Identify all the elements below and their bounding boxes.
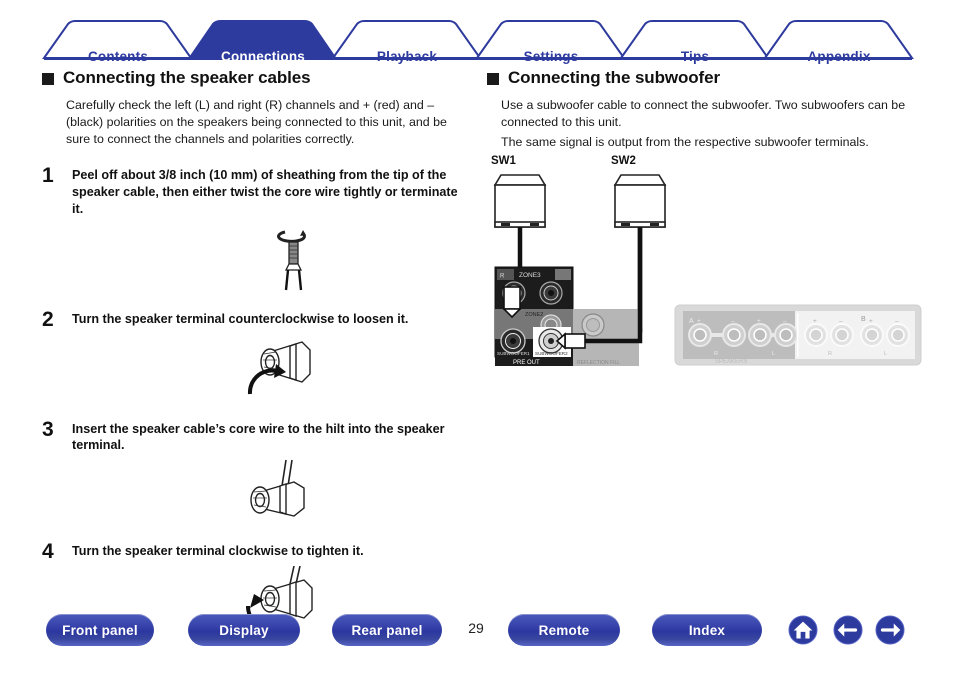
left-intro-paragraph: Carefully check the left (L) and right (… [66,98,447,147]
tab-bar: Contents Connections Playback Settings T… [0,18,954,64]
svg-text:R: R [714,351,718,357]
svg-text:+: + [813,318,817,325]
figure-terminal-insert-wire [250,459,305,517]
remote-button[interactable]: Remote [508,614,620,646]
tab-playback[interactable]: Playback [333,49,481,64]
left-column: Connecting the speaker cables Carefully … [42,68,472,632]
step-1: 1 Peel off about 3/8 inch (10 mm) of she… [42,164,472,217]
step-2: 2 Turn the speaker terminal counterclock… [42,308,472,330]
speakers-zone-a-label: A [689,318,694,325]
display-button[interactable]: Display [188,614,300,646]
right-intro-paragraph-2: The same signal is output from the respe… [501,135,869,150]
svg-text:R: R [500,274,505,280]
front-panel-button[interactable]: Front panel [46,614,154,646]
speakers-zone-b-label: B [861,316,866,323]
tab-tips[interactable]: Tips [621,49,769,64]
sw1-plug [502,286,522,319]
tab-contents[interactable]: Contents [44,49,192,64]
speakers-panel: A B + – R + – L + – R + – L SPEAKERS [674,304,922,366]
step-3: 3 Insert the speaker cable’s core wire t… [42,418,472,454]
svg-text:–: – [731,318,735,325]
tab-settings[interactable]: Settings [477,49,625,64]
home-icon[interactable] [788,615,818,645]
svg-text:–: – [783,318,787,325]
step-4-text: Turn the speaker terminal clockwise to t… [72,544,364,558]
index-button[interactable]: Index [652,614,762,646]
sw1-label: SW1 [491,155,516,167]
forward-arrow-icon[interactable] [875,615,905,645]
preout-panel: R ZONE3 ZONE2 SUBWOOFER1 SUBWOOFER2 PRE … [494,266,639,367]
svg-text:–: – [839,318,843,325]
subwoofer-connection-diagram: R ZONE3 ZONE2 SUBWOOFER1 SUBWOOFER2 PRE … [493,174,922,367]
preout-group-label: PRE OUT [513,360,540,366]
bullet-square-icon [42,72,54,85]
right-column: Connecting the subwoofer Use a subwoofer… [487,68,927,448]
svg-text:R: R [828,351,832,357]
figure-terminal-loosen-ccw [247,340,311,394]
tab-appendix[interactable]: Appendix [765,49,913,64]
preout-zone3-label: ZONE3 [519,272,541,279]
subwoofer-1-illustration [493,174,547,229]
page-number: 29 [468,620,484,636]
subwoofer2-label: SUBWOOFER2 [535,351,568,356]
left-heading-text: Connecting the speaker cables [63,68,311,87]
step-4: 4 Turn the speaker terminal clockwise to… [42,540,472,562]
rear-panel-button[interactable]: Rear panel [332,614,442,646]
preout-side-label: REFLECTION FILL [577,360,620,366]
bullet-square-icon-2 [487,72,499,85]
svg-text:L: L [884,351,887,357]
right-intro-paragraph-1: Use a subwoofer cable to connect the sub… [501,98,906,130]
section-heading-speaker-cables: Connecting the speaker cables [42,68,472,88]
step-4-number: 4 [42,540,54,563]
svg-text:+: + [869,318,873,325]
step-1-text: Peel off about 3/8 inch (10 mm) of sheat… [72,168,458,216]
step-2-text: Turn the speaker terminal counterclockwi… [72,311,409,326]
speakers-group-label: SPEAKERS [715,359,747,365]
step-3-text: Insert the speaker cable’s core wire to … [72,421,445,453]
back-arrow-icon[interactable] [833,615,863,645]
subwoofer-2-illustration [613,174,667,229]
step-1-number: 1 [42,164,54,188]
subwoofer1-label: SUBWOOFER1 [497,351,530,356]
footer-bar: Front panel Display Rear panel 29 Remote… [0,614,954,660]
right-heading-text: Connecting the subwoofer [508,68,720,87]
svg-text:+: + [757,318,761,325]
svg-text:+: + [697,318,701,325]
step-2-number: 2 [42,307,54,331]
section-heading-subwoofer: Connecting the subwoofer [487,68,927,88]
step-3-number: 3 [42,417,54,441]
preout-zone2-label: ZONE2 [525,312,543,318]
svg-text:L: L [772,351,775,357]
sw2-label: SW2 [611,155,636,167]
svg-text:–: – [895,318,899,325]
figure-speaker-cable-stripped [277,229,306,290]
tab-connections[interactable]: Connections [189,49,337,64]
